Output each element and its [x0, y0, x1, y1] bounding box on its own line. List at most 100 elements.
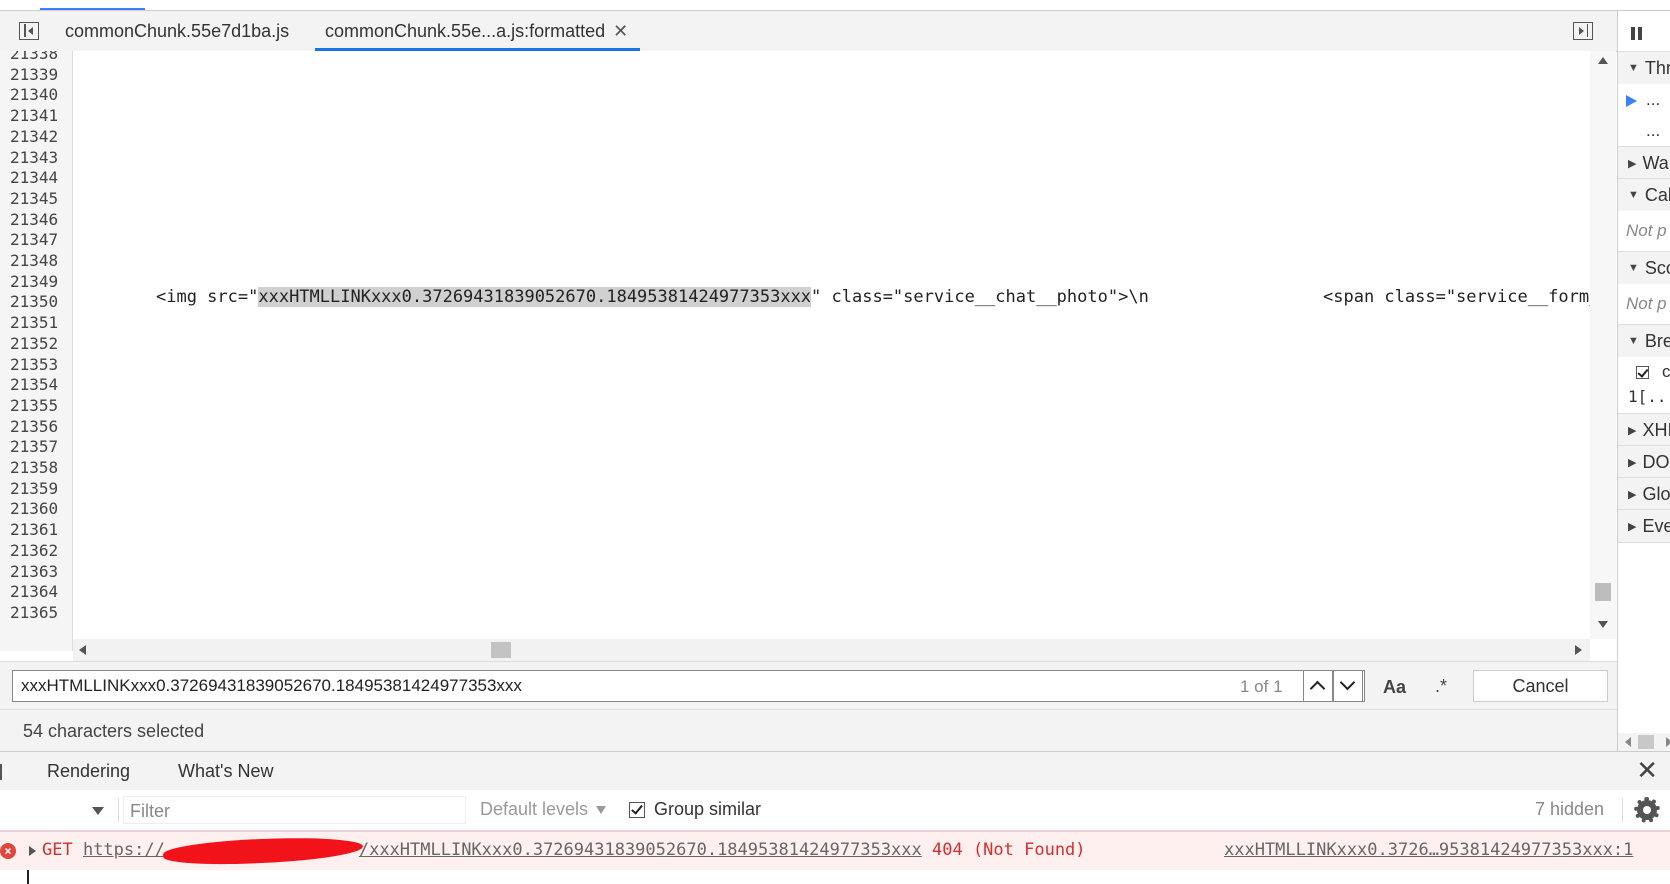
- scroll-down-icon[interactable]: [1598, 621, 1608, 628]
- breakpoint-checkbox[interactable]: [1636, 366, 1649, 379]
- regex-button[interactable]: .*: [1435, 676, 1447, 697]
- line-number[interactable]: 21361: [10, 519, 58, 541]
- match-case-button[interactable]: Aa: [1383, 677, 1406, 698]
- code-token: " class="service__chat__photo">\n: [811, 287, 1149, 307]
- editor-status-bar: 54 characters selected: [0, 709, 1617, 752]
- line-number[interactable]: 21349: [10, 271, 58, 293]
- line-number[interactable]: 21343: [10, 147, 58, 169]
- scroll-thumb[interactable]: [1638, 735, 1654, 749]
- scroll-thumb[interactable]: [491, 642, 511, 658]
- debugger-sidebar-toggle-icon[interactable]: [1573, 22, 1593, 40]
- tab-whats-new[interactable]: What's New: [178, 752, 273, 790]
- scroll-right-icon[interactable]: [1575, 645, 1582, 655]
- scroll-up-icon[interactable]: [1598, 57, 1608, 64]
- scroll-left-icon[interactable]: [1625, 737, 1631, 747]
- error-source-link[interactable]: xxxHTMLLINKxxx0.3726…95381424977353xxx:1: [1224, 840, 1633, 860]
- line-number[interactable]: 21362: [10, 540, 58, 562]
- close-drawer-icon[interactable]: ✕: [1636, 755, 1658, 785]
- section-xhr-breakpoints[interactable]: ▶ XHI: [1618, 413, 1670, 447]
- console-prompt[interactable]: [0, 870, 1670, 884]
- tab-commonchunk-formatted[interactable]: commonChunk.55e...a.js:formatted ✕: [315, 11, 641, 51]
- breakpoint-item[interactable]: c 1[...: [1618, 357, 1670, 413]
- code-editor[interactable]: <img src="xxxHTMLLINKxxx0.37269431839052…: [73, 51, 1600, 639]
- line-number[interactable]: 21357: [10, 436, 58, 458]
- line-number[interactable]: 21344: [10, 167, 58, 189]
- expanded-arrow-icon: ▼: [1628, 62, 1639, 74]
- section-dom-breakpoints[interactable]: ▶ DO: [1618, 445, 1670, 479]
- line-number[interactable]: 21360: [10, 498, 58, 520]
- top-strip: [0, 0, 1670, 11]
- sidebar-horizontal-scrollbar[interactable]: [1618, 733, 1670, 751]
- context-dropdown-icon[interactable]: [92, 807, 104, 815]
- line-number[interactable]: 21354: [10, 374, 58, 396]
- line-number[interactable]: 21346: [10, 209, 58, 231]
- collapsed-arrow-icon: ▶: [1628, 157, 1637, 170]
- editor-horizontal-scrollbar[interactable]: [73, 639, 1590, 661]
- thread-item[interactable]: ...: [1618, 84, 1670, 116]
- line-number[interactable]: 21342: [10, 126, 58, 148]
- group-similar-checkbox[interactable]: [629, 802, 645, 818]
- error-icon: ×: [0, 843, 16, 859]
- line-number[interactable]: 21353: [10, 354, 58, 376]
- pause-icon[interactable]: [1631, 27, 1635, 40]
- scroll-right-icon[interactable]: [1666, 737, 1670, 747]
- log-levels-dropdown[interactable]: Default levels: [480, 799, 607, 820]
- line-number[interactable]: 21348: [10, 250, 58, 272]
- line-number[interactable]: 21364: [10, 581, 58, 603]
- collapsed-arrow-icon: ▶: [1628, 456, 1637, 469]
- scroll-left-icon[interactable]: [79, 645, 86, 655]
- editor-vertical-scrollbar[interactable]: [1590, 51, 1616, 639]
- line-number[interactable]: 21339: [10, 64, 58, 86]
- section-scope[interactable]: ▼ Sco: [1618, 251, 1670, 285]
- section-call-stack[interactable]: ▼ Call: [1618, 178, 1670, 212]
- console-error-message[interactable]: × GET https:// /xxxHTMLLINKxxx0.372694318…: [0, 831, 1670, 871]
- expanded-arrow-icon: ▼: [1628, 335, 1639, 347]
- line-number[interactable]: 21351: [10, 312, 58, 334]
- code-line-continued: <span class="service__form_: [1323, 287, 1600, 307]
- tab-rendering[interactable]: Rendering: [47, 752, 130, 790]
- toolbar-divider: [1622, 798, 1623, 822]
- console-settings-gear-icon[interactable]: [1634, 797, 1660, 823]
- section-threads[interactable]: ▼ Thr: [1618, 51, 1670, 85]
- next-match-button[interactable]: [1333, 670, 1363, 702]
- thread-item[interactable]: ...: [1618, 116, 1670, 146]
- section-label: Bre: [1644, 331, 1670, 351]
- line-number[interactable]: 21345: [10, 188, 58, 210]
- group-similar-label[interactable]: Group similar: [654, 799, 761, 820]
- line-number[interactable]: 21352: [10, 333, 58, 355]
- url-start: https://: [82, 840, 165, 860]
- search-input[interactable]: xxxHTMLLINKxxx0.37269431839052670.184953…: [12, 670, 1365, 702]
- section-global-listeners[interactable]: ▶ Glo: [1618, 477, 1670, 511]
- breakpoint-file: c: [1662, 362, 1670, 381]
- section-label: Wa: [1642, 153, 1669, 173]
- previous-match-button[interactable]: [1303, 670, 1333, 702]
- cancel-search-button[interactable]: Cancel: [1473, 670, 1608, 702]
- section-breakpoints[interactable]: ▼ Bre: [1618, 324, 1670, 358]
- editor-tab-bar: commonChunk.55e7d1ba.js commonChunk.55e.…: [0, 11, 1617, 52]
- chevron-up-icon: [1309, 680, 1326, 697]
- line-number[interactable]: 21341: [10, 105, 58, 127]
- line-number[interactable]: 21356: [10, 416, 58, 438]
- close-tab-icon[interactable]: ✕: [613, 21, 628, 41]
- line-number[interactable]: 21355: [10, 395, 58, 417]
- console-filter-input[interactable]: Filter: [123, 796, 466, 824]
- line-number-gutter: 21338 21339 21340 21341 21342 21343 21344 21345…: [0, 51, 73, 651]
- line-number[interactable]: 21350: [10, 291, 58, 313]
- line-number[interactable]: 21359: [10, 478, 58, 500]
- log-levels-label: Default levels: [480, 799, 589, 819]
- hidden-messages-count: 7 hidden: [1535, 799, 1605, 819]
- code-line-21349[interactable]: <img src="xxxHTMLLINKxxx0.37269431839052…: [156, 286, 1149, 308]
- line-number[interactable]: 21340: [10, 84, 58, 106]
- line-number[interactable]: 21347: [10, 229, 58, 251]
- navigator-toggle-icon[interactable]: [19, 22, 39, 40]
- scroll-thumb[interactable]: [1595, 583, 1611, 601]
- dropdown-arrow-icon: [596, 806, 607, 815]
- section-watch[interactable]: ▶ Wa: [1618, 146, 1670, 180]
- line-number[interactable]: 21363: [10, 561, 58, 583]
- expand-arrow-icon[interactable]: [29, 846, 36, 856]
- line-number[interactable]: 21358: [10, 457, 58, 479]
- line-number[interactable]: 21365: [10, 602, 58, 624]
- section-label: Thr: [1644, 58, 1670, 78]
- section-event-breakpoints[interactable]: ▶ Eve: [1618, 509, 1670, 543]
- tab-commonchunk-js[interactable]: commonChunk.55e7d1ba.js: [65, 11, 289, 51]
